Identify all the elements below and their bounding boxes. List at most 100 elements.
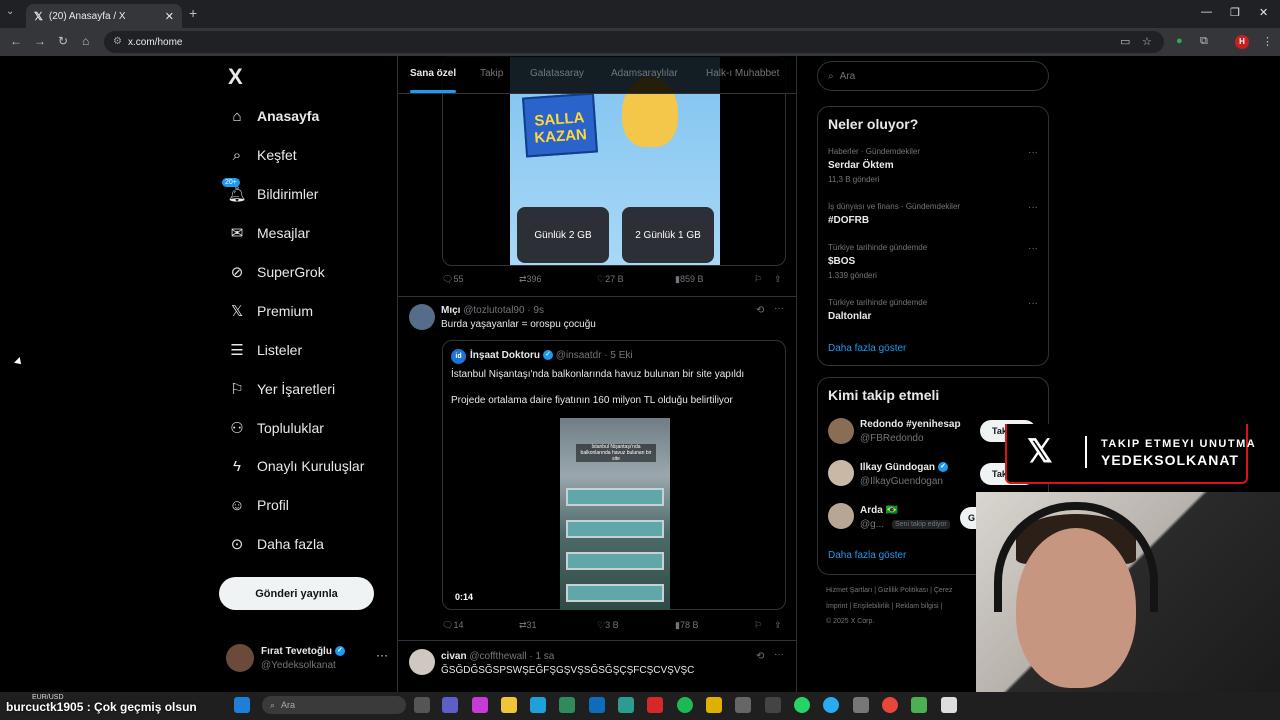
sidebar-item-more[interactable]: ⊙ Daha fazla: [218, 529, 324, 559]
app-icon[interactable]: [618, 697, 634, 713]
footer-links[interactable]: Hizmet Şartları | Gizlilik Politikası | …: [826, 587, 953, 594]
home-button-icon[interactable]: ⌂: [82, 34, 89, 48]
bookmark-star-icon[interactable]: ☆: [1142, 35, 1152, 48]
file-explorer-icon[interactable]: [501, 697, 517, 713]
windows-start-icon[interactable]: [234, 697, 250, 713]
profile-avatar[interactable]: H: [1235, 35, 1249, 49]
avatar[interactable]: [828, 503, 854, 529]
app-icon[interactable]: [911, 697, 927, 713]
sidebar-item-home[interactable]: ⌂ Anasayfa: [218, 101, 319, 131]
tab-halki-muhabbet[interactable]: Halk-ı Muhabbet: [706, 68, 779, 79]
install-icon[interactable]: ▭: [1120, 35, 1130, 48]
maximize-icon[interactable]: ❐: [1230, 6, 1240, 19]
grok-icon[interactable]: ⟲: [756, 305, 764, 316]
more-dots-icon[interactable]: ···: [774, 649, 784, 660]
sidebar-item-notifications[interactable]: 🔔︎ 20+ Bildirimler: [218, 178, 318, 209]
site-info-icon[interactable]: ⚙: [113, 36, 122, 47]
chrome-icon[interactable]: [882, 697, 898, 713]
trend-name[interactable]: Serdar Öktem: [828, 160, 894, 171]
search-input[interactable]: ⌕ Ara: [817, 61, 1049, 91]
extension-icon[interactable]: ●: [1176, 35, 1183, 47]
views-button[interactable]: ▮ 78 B: [675, 620, 698, 631]
share-icon[interactable]: ⇪: [774, 620, 782, 631]
avatar[interactable]: [409, 304, 435, 330]
more-dots-icon[interactable]: ···: [1028, 202, 1038, 213]
edge-icon[interactable]: [530, 697, 546, 713]
suggestion-name[interactable]: Ilkay Gündogan ✓: [860, 462, 949, 473]
tweet-author-name[interactable]: Mıçı: [441, 305, 460, 316]
tweet-author-name[interactable]: civan: [441, 651, 467, 662]
suggestion-name[interactable]: Redondo #yenihesap: [860, 419, 961, 430]
teams-icon[interactable]: [442, 697, 458, 713]
app-icon[interactable]: [765, 697, 781, 713]
account-switcher[interactable]: Fırat Tevetoğlu ✓ @Yedeksolkanat ···: [226, 642, 388, 676]
app-icon[interactable]: [853, 697, 869, 713]
avatar[interactable]: [828, 418, 854, 444]
views-button[interactable]: ▮ 859 B: [675, 274, 703, 285]
sidebar-item-lists[interactable]: ☰ Listeler: [218, 335, 302, 365]
sidebar-item-communities[interactable]: ⚇ Topluluklar: [218, 413, 324, 443]
sidebar-item-supergrok[interactable]: ⊘ SuperGrok: [218, 257, 325, 287]
sidebar-item-messages[interactable]: ✉ Mesajlar: [218, 218, 310, 248]
trend-name[interactable]: Daltonlar: [828, 311, 871, 322]
sidebar-item-profile[interactable]: ☺ Profil: [218, 490, 289, 520]
more-dots-icon[interactable]: ···: [1028, 147, 1038, 158]
more-dots-icon[interactable]: ···: [376, 648, 388, 662]
minimize-icon[interactable]: —: [1201, 6, 1212, 18]
tweet-handle[interactable]: @coffthewall · 1 sa: [469, 651, 554, 662]
suggestion-name[interactable]: Arda 🇧🇷: [860, 505, 898, 516]
avatar[interactable]: [828, 460, 854, 486]
footer-links[interactable]: İmprint | Erişilebilirlik | Reklam bilgi…: [826, 603, 942, 610]
more-dots-icon[interactable]: ···: [774, 303, 784, 314]
tab-galatasaray[interactable]: Galatasaray: [530, 68, 584, 79]
more-dots-icon[interactable]: ···: [1028, 243, 1038, 254]
two-day-1gb-button[interactable]: 2 Günlük 1 GB: [622, 207, 714, 263]
tab-close-icon[interactable]: ✕: [165, 10, 174, 23]
like-button[interactable]: ♡ 3 B: [597, 620, 619, 631]
like-button[interactable]: ♡ 27 B: [597, 274, 624, 285]
back-icon[interactable]: ←: [10, 34, 22, 48]
reply-button[interactable]: 🗨︎ 55: [442, 274, 463, 285]
show-more-link[interactable]: Daha fazla göster: [828, 343, 906, 354]
spotify-icon[interactable]: [677, 697, 693, 713]
tab-adamsaraylilar[interactable]: Adamsaraylılar: [611, 68, 678, 79]
url-field[interactable]: ⚙ x.com/home: [104, 31, 1164, 53]
reload-icon[interactable]: ↻: [58, 34, 68, 48]
repost-button[interactable]: ⇄ 31: [519, 620, 537, 631]
forward-icon[interactable]: →: [34, 34, 46, 48]
tweet-handle[interactable]: @tozlutotal90 · 9s: [463, 305, 544, 316]
opera-icon[interactable]: [647, 697, 663, 713]
avatar[interactable]: [409, 649, 435, 675]
show-more-link[interactable]: Daha fazla göster: [828, 550, 906, 561]
tab-following[interactable]: Takip: [480, 68, 503, 79]
store-icon[interactable]: [559, 697, 575, 713]
trend-name[interactable]: #DOFRB: [828, 215, 869, 226]
x-logo-icon[interactable]: X: [228, 64, 243, 90]
app-icon[interactable]: [706, 697, 722, 713]
sidebar-item-verified-orgs[interactable]: ϟ Onaylı Kuruluşlar: [218, 451, 364, 481]
post-button[interactable]: Gönderi yayınla: [219, 577, 374, 610]
sidebar-item-explore[interactable]: ⌕ Keşfet: [218, 140, 297, 170]
share-icon[interactable]: ⇪: [774, 274, 782, 285]
tab-search-icon[interactable]: ⌄: [6, 6, 14, 17]
sidebar-item-premium[interactable]: 𝕏 Premium: [218, 296, 313, 326]
browser-tab[interactable]: 𝕏 (20) Anasayfa / X ✕: [26, 4, 182, 28]
app-icon[interactable]: [941, 697, 957, 713]
bookmark-icon[interactable]: ⚐: [754, 620, 762, 631]
extensions-puzzle-icon[interactable]: ⧉: [1200, 35, 1208, 48]
whatsapp-icon[interactable]: [794, 697, 810, 713]
grok-icon[interactable]: ⟲: [756, 651, 764, 662]
tab-for-you[interactable]: Sana özel: [410, 68, 456, 79]
sidebar-item-bookmarks[interactable]: ⚐ Yer İşaretleri: [218, 374, 335, 404]
trend-name[interactable]: $BOS: [828, 256, 855, 267]
task-view-icon[interactable]: [414, 697, 430, 713]
more-dots-icon[interactable]: ···: [1028, 298, 1038, 309]
daily-2gb-button[interactable]: Günlük 2 GB: [517, 207, 609, 263]
app-icon[interactable]: [472, 697, 488, 713]
bookmark-icon[interactable]: ⚐: [754, 274, 762, 285]
video-thumbnail[interactable]: İstanbul Nişantaşı'nda balkonlarında hav…: [560, 418, 670, 610]
outlook-icon[interactable]: [589, 697, 605, 713]
telegram-icon[interactable]: [823, 697, 839, 713]
taskbar-search[interactable]: ⌕ Ara: [262, 696, 406, 714]
app-icon[interactable]: [735, 697, 751, 713]
